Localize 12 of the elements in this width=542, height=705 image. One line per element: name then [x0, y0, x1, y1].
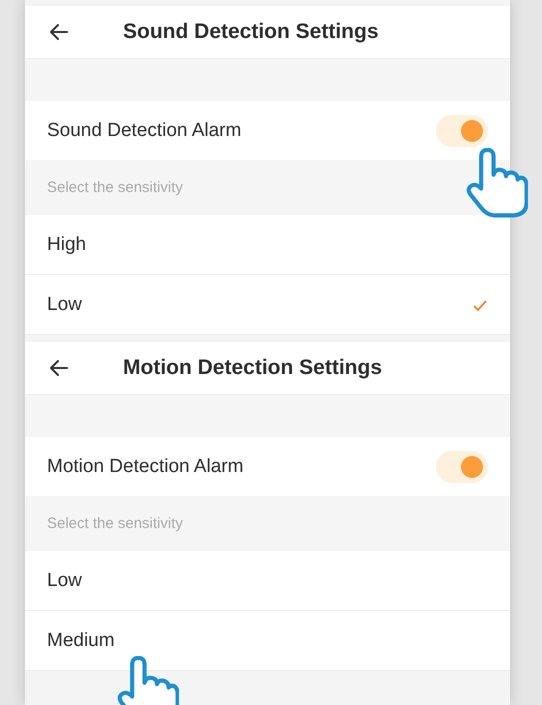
alarm-label: Motion Detection Alarm — [47, 456, 244, 478]
toggle-switch[interactable] — [436, 450, 488, 482]
screen-title: Sound Detection Settings — [123, 20, 379, 44]
toggle-switch[interactable] — [436, 114, 488, 146]
alarm-label: Sound Detection Alarm — [47, 120, 242, 142]
section-label: Select the sensitivity — [47, 179, 183, 196]
section-label: Select the sensitivity — [47, 515, 183, 532]
option-row[interactable]: Medium — [25, 611, 510, 671]
screen-title: Motion Detection Settings — [123, 356, 382, 380]
option-row[interactable]: High — [25, 215, 510, 275]
option-row[interactable]: Low — [25, 551, 510, 611]
option-row[interactable]: Low — [25, 275, 510, 335]
